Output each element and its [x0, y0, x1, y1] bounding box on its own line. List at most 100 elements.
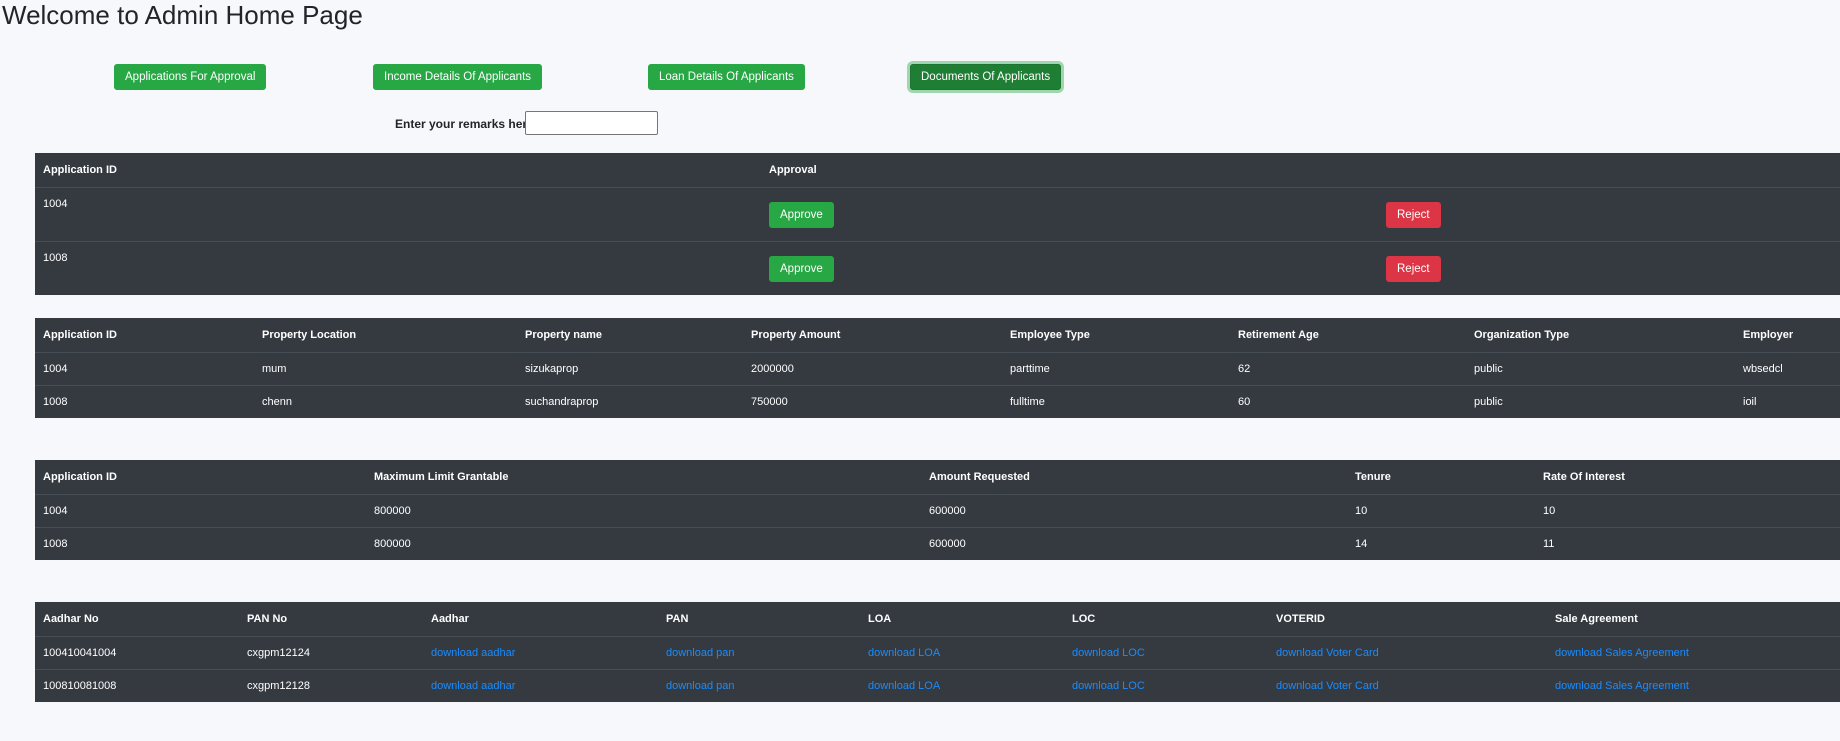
column-header: Amount Requested — [929, 471, 1030, 483]
download-pan-link[interactable]: download pan — [666, 680, 735, 692]
table-row: 1004 800000 600000 10 10 — [35, 494, 1840, 528]
table-cell: download pan — [658, 669, 860, 702]
pan-no-cell: cxgpm12124 — [239, 636, 423, 670]
table-cell: 1008 — [35, 385, 254, 418]
column-header: Aadhar — [431, 613, 469, 625]
table-cell: download aadhar — [423, 636, 658, 670]
download-pan-link[interactable]: download pan — [666, 647, 735, 659]
table-cell: 1008 — [35, 527, 366, 560]
table-header-row: Application ID Property Location Propert… — [35, 318, 1840, 353]
income-details-button[interactable]: Income Details Of Applicants — [373, 64, 543, 90]
download-loa-link[interactable]: download LOA — [868, 647, 940, 659]
table-cell: download pan — [658, 636, 860, 670]
reject-cell: Reject — [1378, 241, 1840, 295]
column-header: PAN No — [247, 613, 288, 625]
remarks-input[interactable] — [525, 111, 658, 135]
table-cell: 600000 — [921, 527, 1347, 560]
table-cell: chenn — [254, 385, 517, 418]
approval-table: Application ID Approval 1004 Approve Rej… — [35, 153, 1840, 295]
column-header: Aadhar No — [43, 613, 99, 625]
column-header: Rate Of Interest — [1543, 471, 1625, 483]
table-cell: download LOC — [1064, 636, 1268, 670]
reject-cell: Reject — [1378, 187, 1840, 242]
table-cell: suchandraprop — [517, 385, 743, 418]
table-cell: download LOA — [860, 669, 1064, 702]
column-header: Employee Type — [1010, 329, 1090, 341]
documents-button[interactable]: Documents Of Applicants — [910, 64, 1062, 90]
download-sales-agreement-link[interactable]: download Sales Agreement — [1555, 680, 1689, 692]
table-cell: public — [1466, 352, 1735, 386]
table-cell: 10 — [1347, 494, 1535, 528]
table-header-row: Aadhar No PAN No Aadhar PAN LOA LOC VOTE… — [35, 602, 1840, 637]
table-cell: 10 — [1535, 494, 1840, 528]
column-header: Property Amount — [751, 329, 841, 341]
applications-for-approval-button[interactable]: Applications For Approval — [114, 64, 267, 90]
page-title: Welcome to Admin Home Page — [2, 0, 363, 30]
table-cell: 1004 — [35, 352, 254, 386]
table-cell: download Sales Agreement — [1547, 669, 1840, 702]
download-voter-card-link[interactable]: download Voter Card — [1276, 680, 1379, 692]
column-header: Retirement Age — [1238, 329, 1319, 341]
download-voter-card-link[interactable]: download Voter Card — [1276, 647, 1379, 659]
table-cell: public — [1466, 385, 1735, 418]
column-header: Tenure — [1355, 471, 1391, 483]
download-loc-link[interactable]: download LOC — [1072, 680, 1145, 692]
download-sales-agreement-link[interactable]: download Sales Agreement — [1555, 647, 1689, 659]
table-cell: ioil — [1735, 385, 1840, 418]
download-loa-link[interactable]: download LOA — [868, 680, 940, 692]
column-header: Employer — [1743, 329, 1794, 341]
column-header: Property Location — [262, 329, 357, 341]
column-header: Organization Type — [1474, 329, 1570, 341]
aadhar-no-cell: 100810081008 — [35, 669, 239, 702]
documents-table: Aadhar No PAN No Aadhar PAN LOA LOC VOTE… — [35, 602, 1840, 702]
aadhar-no-cell: 100410041004 — [35, 636, 239, 670]
table-row: 1008 800000 600000 14 11 — [35, 527, 1840, 560]
table-cell: download LOC — [1064, 669, 1268, 702]
column-header: LOA — [868, 613, 892, 625]
application-id-cell: 1008 — [35, 241, 761, 295]
table-row: 1004 Approve Reject — [35, 187, 1840, 242]
column-header: Approval — [769, 164, 817, 176]
table-cell: 11 — [1535, 527, 1840, 560]
table-cell: 14 — [1347, 527, 1535, 560]
table-cell: 800000 — [366, 527, 921, 560]
table-cell: 800000 — [366, 494, 921, 528]
table-row: 1008 Approve Reject — [35, 241, 1840, 295]
column-header: Sale Agreement — [1555, 613, 1638, 625]
download-aadhar-link[interactable]: download aadhar — [431, 647, 515, 659]
table-cell: 2000000 — [743, 352, 1002, 386]
reject-button[interactable]: Reject — [1386, 201, 1441, 228]
table-cell: 1004 — [35, 494, 366, 528]
approve-button[interactable]: Approve — [769, 201, 834, 228]
table-cell: sizukaprop — [517, 352, 743, 386]
table-cell: 62 — [1230, 352, 1466, 386]
table-cell: wbsedcl — [1735, 352, 1840, 386]
download-loc-link[interactable]: download LOC — [1072, 647, 1145, 659]
table-header-row: Application ID Approval — [35, 153, 1840, 188]
table-cell: fulltime — [1002, 385, 1230, 418]
approve-cell: Approve — [761, 187, 1378, 242]
column-header: VOTERID — [1276, 613, 1325, 625]
column-header: Property name — [525, 329, 603, 341]
column-header-empty — [1378, 153, 1840, 188]
table-cell: download Sales Agreement — [1547, 636, 1840, 670]
loan-details-button[interactable]: Loan Details Of Applicants — [648, 64, 805, 90]
table-row: 1004 mum sizukaprop 2000000 parttime 62 … — [35, 352, 1840, 386]
table-cell: 60 — [1230, 385, 1466, 418]
column-header: Maximum Limit Grantable — [374, 471, 509, 483]
approve-cell: Approve — [761, 241, 1378, 295]
table-row: 1008 chenn suchandraprop 750000 fulltime… — [35, 385, 1840, 418]
admin-home-page: Welcome to Admin Home Page Applications … — [0, 0, 1840, 741]
table-row: 100810081008 cxgpm12128 download aadhar … — [35, 669, 1840, 702]
table-cell: download LOA — [860, 636, 1064, 670]
table-row: 100410041004 cxgpm12124 download aadhar … — [35, 636, 1840, 670]
pan-no-cell: cxgpm12128 — [239, 669, 423, 702]
download-aadhar-link[interactable]: download aadhar — [431, 680, 515, 692]
table-cell: download aadhar — [423, 669, 658, 702]
column-header: Application ID — [43, 164, 117, 176]
approve-button[interactable]: Approve — [769, 255, 834, 282]
loan-details-table: Application ID Maximum Limit Grantable A… — [35, 460, 1840, 560]
income-details-table: Application ID Property Location Propert… — [35, 318, 1840, 418]
reject-button[interactable]: Reject — [1386, 255, 1441, 282]
table-cell: parttime — [1002, 352, 1230, 386]
